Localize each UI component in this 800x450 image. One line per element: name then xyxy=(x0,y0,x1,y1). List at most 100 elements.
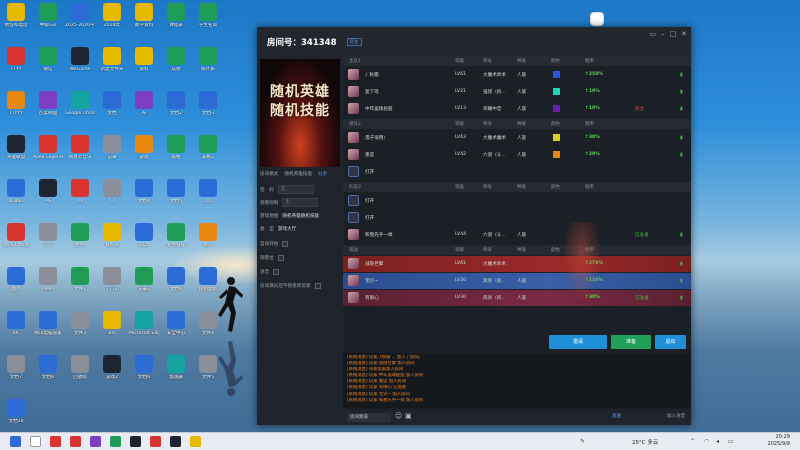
desktop-icon[interactable]: 中级Gis xyxy=(33,3,63,29)
desktop-icon[interactable]: 文件5 xyxy=(193,355,223,381)
desktop-icon[interactable]: PS xyxy=(33,179,63,205)
desktop-icon[interactable]: Microsoft Edge xyxy=(129,311,159,337)
maximize-icon[interactable]: □ xyxy=(670,30,677,38)
desktop-icon[interactable]: 回收站 xyxy=(65,355,95,381)
desktop-icon[interactable]: 英雄联盟 xyxy=(1,135,31,161)
player-slot[interactable]: 墨莲 LV42 六道（斗... 人族 ↑20% ▮ xyxy=(343,147,691,163)
desktop-icon[interactable]: WeGame xyxy=(65,47,95,73)
desktop-icon[interactable]: KK xyxy=(1,311,31,337)
desktop-icon[interactable]: 2025-2026学年 xyxy=(65,3,95,29)
desktop-icon[interactable]: 文档3 xyxy=(193,91,223,117)
desktop-icon[interactable]: 2025 xyxy=(129,223,159,249)
desktop-icon[interactable]: 腾讯电脑管家 xyxy=(33,311,63,337)
desktop-icon[interactable]: Apex Legends xyxy=(33,135,63,161)
desktop-icon[interactable]: 学生名单 xyxy=(193,3,223,29)
game-icon[interactable] xyxy=(130,436,141,447)
volume-icon[interactable]: ◂ xyxy=(716,438,719,445)
desktop-icon[interactable]: XX xyxy=(65,179,95,205)
tab-room-mode[interactable]: 房间模式 xyxy=(260,171,278,177)
desktop-icon[interactable]: 人人 xyxy=(97,179,127,205)
emoji-icon[interactable]: ☺ xyxy=(395,412,402,420)
desktop-icon[interactable]: 文档9 xyxy=(129,355,159,381)
minimize-icon[interactable]: – xyxy=(661,30,665,38)
chat-channel-select[interactable]: 房间频道 xyxy=(347,413,391,422)
player-slot[interactable]: 中年盖球屁股 LV13 荣耀中忠 人族 ↑10% 房主 ▮ xyxy=(343,101,691,117)
clock[interactable]: 20:29 2025/9/9 xyxy=(768,434,790,448)
qq-icon[interactable] xyxy=(50,436,61,447)
desktop-icon[interactable]: WPS Office xyxy=(1,223,31,249)
tab-random-hero[interactable]: 随机英雄技能 xyxy=(284,171,312,177)
desktop-icon[interactable]: 网易云音乐 xyxy=(65,135,95,161)
desktop-icon[interactable]: 文件管理 xyxy=(161,223,191,249)
desktop-icon[interactable]: 课程表 xyxy=(161,3,191,29)
desktop-icon[interactable]: bilibili xyxy=(1,179,31,205)
desktop-icon[interactable]: AI xyxy=(129,91,159,117)
chevron-up-icon[interactable]: ⌃ xyxy=(690,438,695,445)
desktop-icon[interactable]: 文档8 xyxy=(33,355,63,381)
desktop-icon[interactable]: TTYYY xyxy=(1,91,31,117)
desktop-icon[interactable]: 图片 xyxy=(1,267,31,293)
desktop-icon[interactable]: 安全中心 xyxy=(161,311,191,337)
desktop-icon[interactable]: 用户 xyxy=(193,223,223,249)
music-icon[interactable] xyxy=(150,436,161,447)
desktop-icon[interactable]: 文档5 xyxy=(161,179,191,205)
folder-icon[interactable] xyxy=(190,436,201,447)
desktop-icon[interactable]: 百度网盘 xyxy=(33,91,63,117)
desktop-icon[interactable]: 记录2 xyxy=(129,267,159,293)
weather-widget[interactable]: 25°C 多云 xyxy=(632,438,658,446)
desktop-icon[interactable]: 控制面板 xyxy=(193,267,223,293)
desktop-icon[interactable]: 教学资料 xyxy=(129,3,159,29)
desktop-pet[interactable] xyxy=(590,12,604,26)
desktop-icon[interactable]: 文档2 xyxy=(161,91,191,117)
desktop-icon[interactable]: Google Chrome xyxy=(65,91,95,117)
player-slot[interactable]: 打开 xyxy=(343,210,691,226)
player-slot[interactable]: 有限心LV30风剑（初...人族↑30%已准备▮ xyxy=(343,290,691,306)
tab-share[interactable]: 分享 xyxy=(318,171,327,177)
wps-icon[interactable] xyxy=(70,436,81,447)
desktop-icon[interactable]: 文件3 xyxy=(65,311,95,337)
full-room-checkbox[interactable] xyxy=(314,283,321,289)
start-icon[interactable] xyxy=(10,436,21,447)
desktop-icon[interactable]: 微信 xyxy=(33,47,63,73)
join-voice-button[interactable]: 加入语音 xyxy=(667,413,685,419)
desktop-icon[interactable]: 表格2 xyxy=(193,135,223,161)
send-button[interactable]: 发送 xyxy=(612,413,621,419)
desktop-icon[interactable]: Bin xyxy=(97,311,127,337)
desktop-icon[interactable]: 成绩 xyxy=(161,47,191,73)
desktop-icon[interactable]: 加速器 xyxy=(161,355,191,381)
auto-start-checkbox[interactable] xyxy=(282,241,289,247)
desktop-icon[interactable]: 文件2 xyxy=(65,267,95,293)
voice-checkbox[interactable] xyxy=(273,269,280,275)
wifi-icon[interactable]: ◠ xyxy=(704,438,709,445)
settings-icon[interactable]: ▭ xyxy=(649,30,656,38)
spectator-checkbox[interactable] xyxy=(277,255,284,261)
desktop-icon[interactable]: MMM xyxy=(33,267,63,293)
invite-button[interactable]: 邀请 xyxy=(549,335,607,349)
player-slot[interactable]: 打开 xyxy=(343,193,691,209)
player-slot[interactable]: ♪ 秋霜 LV61 大魔术师术 人族 ↑250% ▮ xyxy=(343,67,691,83)
desktop-icon[interactable]: 游戏2 xyxy=(97,355,127,381)
desktop-icon[interactable]: 文档7 xyxy=(1,355,31,381)
watch-limit-select[interactable]: 无 xyxy=(282,198,319,207)
search-icon[interactable] xyxy=(30,436,41,447)
desktop-icon[interactable]: 表格 xyxy=(161,135,191,161)
player-slot[interactable]: 宝贝~LV30风剑（初...人族↑110%▮ xyxy=(343,273,691,289)
desktop-icon[interactable]: TTT xyxy=(33,223,63,249)
app-icon[interactable] xyxy=(170,436,181,447)
desktop-icon[interactable]: 文件4 xyxy=(193,311,223,337)
desktop-icon[interactable]: 资料夹 xyxy=(97,223,127,249)
exit-button[interactable]: 退出 xyxy=(655,335,686,349)
player-slot[interactable]: 打开 xyxy=(343,164,691,180)
desktop-icon[interactable]: 资料 xyxy=(129,47,159,73)
battery-icon[interactable]: ▭ xyxy=(728,438,734,445)
player-slot[interactable]: 复下等 LV21 强韧（初... 人族 ↑10% ▮ xyxy=(343,84,691,100)
desktop-icon[interactable]: 游戏 xyxy=(129,135,159,161)
player-slot[interactable]: 濡子很用） LV63 大魔术魔术 人族 ↑30% ▮ xyxy=(343,130,691,146)
desktop-icon[interactable]: 文档6 xyxy=(161,267,191,293)
desktop-icon[interactable]: 文档 xyxy=(97,91,127,117)
desktop-icon[interactable]: TTYY xyxy=(1,47,31,73)
desktop-icon[interactable]: 文档4 xyxy=(129,179,159,205)
desktop-icon[interactable]: QQ xyxy=(193,179,223,205)
desktop-icon[interactable]: 文件 xyxy=(65,223,95,249)
wechat-icon[interactable] xyxy=(110,436,121,447)
